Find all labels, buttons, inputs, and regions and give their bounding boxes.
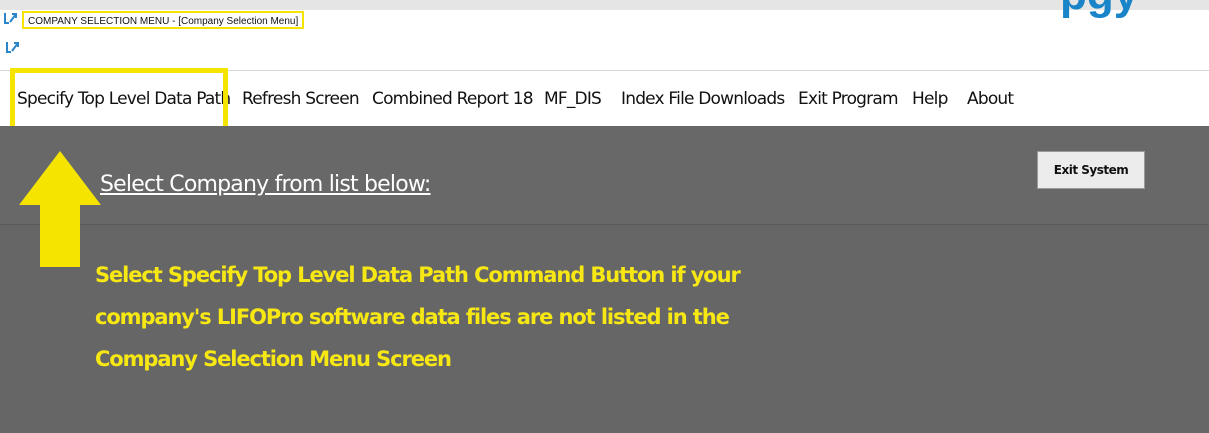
menu-item-combined-report-18[interactable]: Combined Report 18 [372, 71, 534, 127]
annotation-line-1: Select Specify Top Level Data Path Comma… [95, 263, 741, 287]
title-bar: COMPANY SELECTION MENU - [Company Select… [0, 0, 1209, 62]
window-top-strip [0, 0, 1209, 10]
main-panel: Select Company from list below: Exit Sys… [0, 126, 1209, 433]
up-arrow-icon [19, 151, 101, 267]
app-logo-icon[interactable] [6, 40, 20, 54]
select-company-label: Select Company from list below: [100, 172, 431, 197]
cropped-banner-text: pgy [1060, 0, 1138, 20]
exit-system-button[interactable]: Exit System [1037, 151, 1145, 189]
menu-item-refresh-screen[interactable]: Refresh Screen [242, 71, 360, 127]
annotation-line-3: Company Selection Menu Screen [95, 347, 452, 371]
menu-item-about[interactable]: About [967, 71, 1014, 127]
menu-item-index-file-downloads[interactable]: Index File Downloads [621, 71, 785, 127]
menu-item-mf-dis[interactable]: MF_DIS [544, 71, 602, 127]
menu-item-help[interactable]: Help [912, 71, 948, 127]
annotation-callout: Select Specify Top Level Data Path Comma… [95, 254, 815, 380]
window-title: COMPANY SELECTION MENU - [Company Select… [22, 11, 305, 29]
app-logo-icon [4, 13, 17, 24]
annotation-line-2: company's LIFOPro software data files ar… [95, 305, 730, 329]
menu-item-exit-program[interactable]: Exit Program [798, 71, 899, 127]
